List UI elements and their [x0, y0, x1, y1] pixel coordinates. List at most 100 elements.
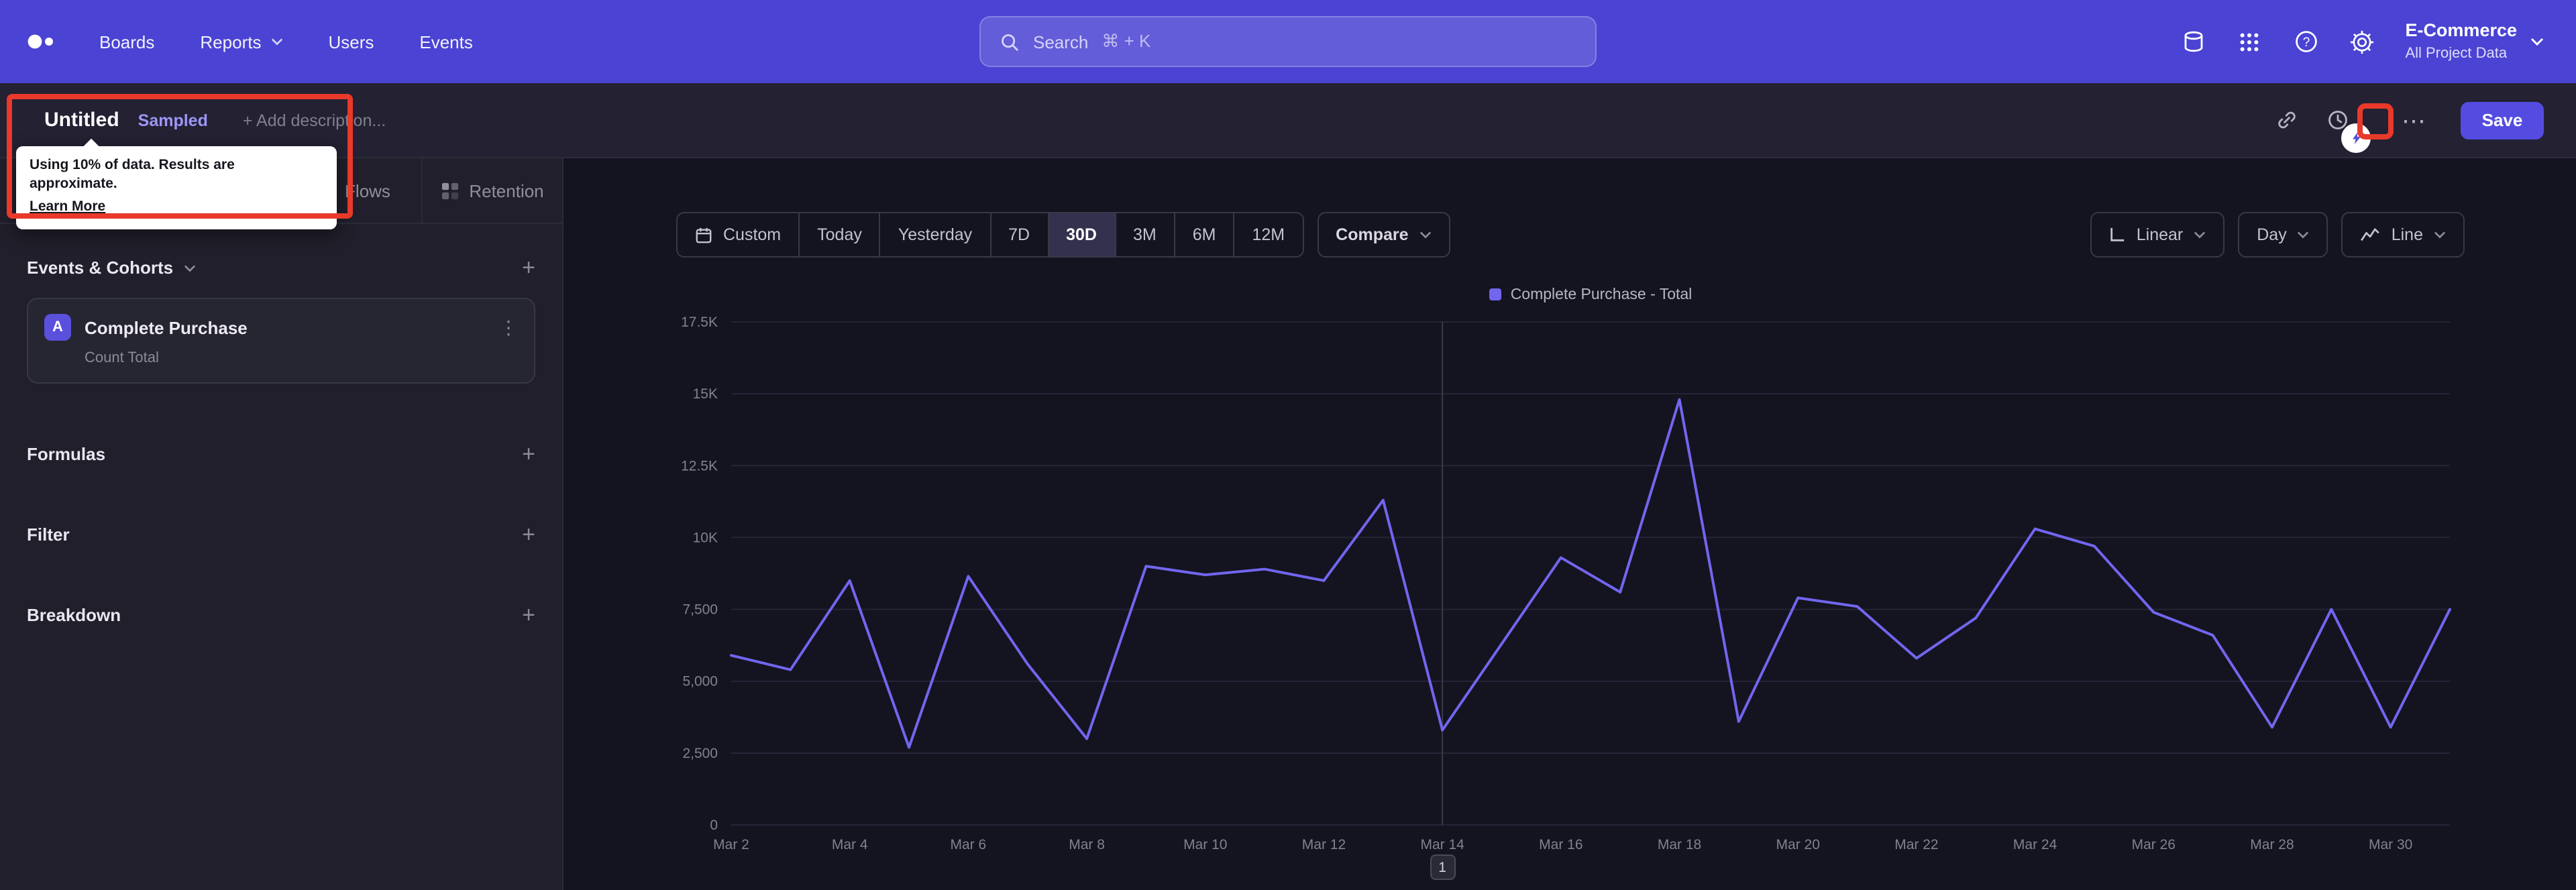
- x-axis-label: Mar 12: [1302, 837, 1346, 852]
- toggle-knob: [2341, 123, 2371, 153]
- project-name: E-Commerce: [2405, 20, 2517, 41]
- chart-display-controls: Linear Day Line: [2090, 212, 2465, 258]
- report-actions: ⋯ Save: [2273, 101, 2544, 153]
- help-icon[interactable]: ?: [2292, 28, 2319, 55]
- series-letter-badge: A: [44, 314, 71, 341]
- calendar-icon: [695, 226, 712, 243]
- x-axis-label: Mar 28: [2250, 837, 2294, 852]
- sidebar-body: Events & Cohorts + A Complete Purchase ⋮…: [0, 256, 562, 626]
- report-header: Untitled Sampled + Add description... ⋯ …: [0, 83, 2576, 158]
- range-12m[interactable]: 12M: [1233, 212, 1304, 258]
- chart-controls: Custom Today Yesterday 7D 30D 3M 6M 12M …: [676, 212, 2465, 258]
- add-description-field[interactable]: + Add description...: [243, 111, 386, 129]
- nav-boards[interactable]: Boards: [99, 32, 154, 52]
- mixpanel-logo-icon[interactable]: [27, 32, 62, 51]
- event-name[interactable]: Complete Purchase: [85, 317, 248, 337]
- scale-dropdown[interactable]: Linear: [2090, 212, 2225, 258]
- range-yesterday[interactable]: Yesterday: [879, 212, 991, 258]
- add-filter-button[interactable]: +: [522, 523, 535, 546]
- granularity-dropdown[interactable]: Day: [2238, 212, 2328, 258]
- save-button[interactable]: Save: [2461, 101, 2544, 139]
- range-6m[interactable]: 6M: [1173, 212, 1235, 258]
- range-custom[interactable]: Custom: [676, 212, 800, 258]
- x-axis-label: Mar 20: [1776, 837, 1820, 852]
- add-breakdown-button[interactable]: +: [522, 604, 535, 626]
- more-options-icon[interactable]: ⋯: [2399, 108, 2428, 132]
- chart-panel: Custom Today Yesterday 7D 30D 3M 6M 12M …: [564, 158, 2576, 890]
- x-axis-label: Mar 18: [1658, 837, 1701, 852]
- compare-dropdown[interactable]: Compare: [1317, 212, 1450, 258]
- chevron-down-icon: [270, 38, 282, 46]
- primary-nav: Boards Reports Users Events: [99, 32, 473, 52]
- nav-reports[interactable]: Reports: [200, 32, 282, 52]
- sampling-tooltip: Using 10% of data. Results are approxima…: [16, 146, 337, 230]
- svg-text:?: ?: [2302, 36, 2310, 50]
- x-axis-label: Mar 30: [2369, 837, 2412, 852]
- nav-users[interactable]: Users: [328, 32, 374, 52]
- x-axis-label: Mar 10: [1183, 837, 1227, 852]
- chart-legend: Complete Purchase - Total: [731, 287, 2450, 303]
- events-cohorts-header[interactable]: Events & Cohorts +: [27, 256, 535, 279]
- x-axis-label: Mar 14: [1420, 837, 1464, 852]
- learn-more-link[interactable]: Learn More: [30, 198, 105, 219]
- range-3m[interactable]: 3M: [1114, 212, 1175, 258]
- date-range-segmented: Custom Today Yesterday 7D 30D 3M 6M 12M: [676, 212, 1304, 258]
- event-options-icon[interactable]: ⋮: [499, 318, 518, 337]
- retention-icon: [441, 182, 458, 199]
- x-axis-label: Mar 4: [832, 837, 868, 852]
- project-switcher[interactable]: E-Commerce All Project Data: [2405, 21, 2544, 63]
- breakdown-section: Breakdown +: [27, 602, 535, 628]
- x-axis-label: Mar 26: [2132, 837, 2176, 852]
- chevron-down-icon: [2530, 38, 2544, 46]
- y-axis-label: 5,000: [682, 674, 718, 689]
- search-placeholder: Search: [1033, 32, 1089, 52]
- nav-right-cluster: ? E-Commerce All Project Data: [2180, 21, 2544, 63]
- sampled-badge[interactable]: Sampled: [138, 111, 208, 129]
- legend-label: Complete Purchase - Total: [1510, 287, 1693, 303]
- y-axis-label: 0: [710, 818, 718, 833]
- chevron-down-icon: [2298, 231, 2310, 239]
- top-nav: Boards Reports Users Events Search ⌘ + K…: [0, 0, 2576, 83]
- range-7d[interactable]: 7D: [989, 212, 1049, 258]
- data-management-icon[interactable]: [2180, 28, 2206, 55]
- search-shortcut: ⌘ + K: [1102, 31, 1151, 51]
- range-30d[interactable]: 30D: [1047, 212, 1116, 258]
- linear-axis-icon: [2110, 227, 2126, 243]
- tab-retention[interactable]: Retention: [421, 158, 562, 223]
- add-event-button[interactable]: +: [522, 256, 535, 279]
- copy-link-icon[interactable]: [2273, 107, 2300, 133]
- x-axis-label: Mar 8: [1069, 837, 1105, 852]
- chevron-down-icon: [2434, 231, 2446, 239]
- settings-gear-icon[interactable]: [2349, 28, 2375, 55]
- tooltip-text: Using 10% of data. Results are approxima…: [30, 157, 235, 192]
- y-axis-label: 10K: [693, 530, 718, 545]
- chevron-down-icon: [184, 264, 196, 272]
- search-input[interactable]: Search ⌘ + K: [979, 16, 1597, 67]
- formulas-section: Formulas +: [27, 441, 535, 467]
- app-root: Boards Reports Users Events Search ⌘ + K…: [0, 0, 2576, 890]
- range-today[interactable]: Today: [798, 212, 881, 258]
- lightning-bolt-icon: [2352, 132, 2360, 144]
- event-card[interactable]: A Complete Purchase ⋮ Count Total: [27, 298, 535, 384]
- content-area: Insights Funnels Flows: [0, 158, 2576, 890]
- pagination-badge[interactable]: 1: [1430, 854, 1456, 880]
- event-metric[interactable]: Count Total: [85, 350, 518, 366]
- report-title[interactable]: Untitled: [44, 109, 119, 131]
- x-axis-label: Mar 6: [951, 837, 987, 852]
- filter-section: Filter +: [27, 522, 535, 547]
- x-axis-label: Mar 2: [713, 837, 749, 852]
- line-chart-icon: [2361, 227, 2381, 242]
- chart-type-dropdown[interactable]: Line: [2341, 212, 2465, 258]
- y-axis-label: 12.5K: [681, 458, 718, 474]
- x-axis-label: Mar 22: [1894, 837, 1938, 852]
- x-axis-label: Mar 24: [2013, 837, 2057, 852]
- y-axis-label: 15K: [693, 386, 718, 402]
- add-formula-button[interactable]: +: [522, 443, 535, 465]
- insights-line-chart[interactable]: 0 2,500 5,000 7,500 10K 12.5K 15K 17.5K Mar 2 Mar…: [669, 309, 2481, 885]
- nav-events[interactable]: Events: [419, 32, 473, 52]
- legend-swatch: [1489, 288, 1501, 300]
- apps-grid-icon[interactable]: [2236, 28, 2263, 55]
- x-axis-label: Mar 16: [1539, 837, 1582, 852]
- search-icon: [1000, 32, 1020, 52]
- project-subtitle: All Project Data: [2405, 45, 2508, 61]
